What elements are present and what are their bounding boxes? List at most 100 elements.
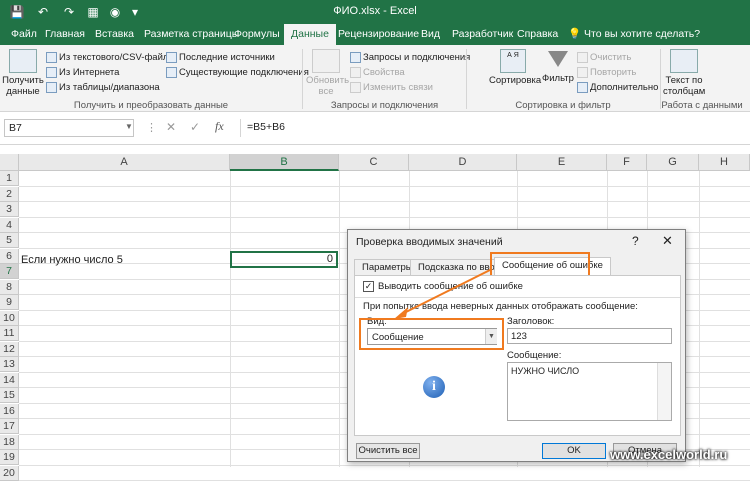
properties-icon bbox=[350, 67, 361, 78]
highlight-box-style bbox=[359, 318, 504, 350]
row-header-10[interactable]: 10 bbox=[0, 310, 19, 326]
filter-button[interactable]: Фильтр bbox=[541, 49, 575, 84]
ribbon-tabs: Файл Главная Вставка Разметка страницы Ф… bbox=[0, 24, 750, 45]
row-header-2[interactable]: 2 bbox=[0, 186, 19, 202]
column-header-f[interactable]: F bbox=[607, 154, 647, 171]
group-data-tools: Работа с данными bbox=[661, 100, 743, 111]
from-csv-label: Из текстового/CSV-файла bbox=[59, 52, 174, 64]
row-header-8[interactable]: 8 bbox=[0, 279, 19, 295]
advanced-icon bbox=[577, 82, 588, 93]
refresh-all-button[interactable]: Обновить все bbox=[306, 49, 350, 97]
from-csv-button[interactable]: Из текстового/CSV-файла bbox=[46, 52, 174, 63]
help-button[interactable]: ? bbox=[632, 234, 639, 248]
get-data-button[interactable]: Получить данные bbox=[2, 49, 44, 97]
instruction-text: При попытке ввода неверных данных отобра… bbox=[363, 301, 638, 312]
connections-icon bbox=[166, 67, 177, 78]
row-header-11[interactable]: 11 bbox=[0, 326, 19, 341]
advanced-filter-button[interactable]: Дополнительно bbox=[577, 82, 658, 93]
column-header-g[interactable]: G bbox=[647, 154, 699, 171]
column-header-e[interactable]: E bbox=[517, 154, 607, 171]
tab-view[interactable]: Вид bbox=[414, 24, 447, 45]
tab-insert[interactable]: Вставка bbox=[88, 24, 141, 45]
clear-icon bbox=[577, 52, 588, 63]
column-header-b[interactable]: B bbox=[230, 154, 339, 171]
row-header-3[interactable]: 3 bbox=[0, 202, 19, 217]
show-error-checkbox[interactable]: ✓ bbox=[363, 281, 374, 292]
row-header-1[interactable]: 1 bbox=[0, 171, 19, 186]
advanced-label: Дополнительно bbox=[590, 82, 659, 94]
row-header-18[interactable]: 18 bbox=[0, 434, 19, 450]
properties-button[interactable]: Свойства bbox=[350, 67, 405, 78]
cancel-icon[interactable]: ✕ bbox=[166, 120, 176, 134]
queries-connections-button[interactable]: Запросы и подключения bbox=[350, 52, 470, 63]
row-header-20[interactable]: 20 bbox=[0, 465, 19, 481]
recent-sources-label: Последние источники bbox=[179, 52, 275, 64]
tab-review[interactable]: Рецензирование bbox=[331, 24, 426, 45]
row-header-15[interactable]: 15 bbox=[0, 388, 19, 403]
row-header-7[interactable]: 7 bbox=[0, 264, 19, 279]
get-data-label: Получить данные bbox=[2, 75, 44, 97]
formula-input[interactable]: =B5+B6 bbox=[240, 119, 746, 137]
window-title: ФИО.xlsx - Excel bbox=[333, 5, 417, 17]
table-icon bbox=[46, 82, 57, 93]
sort-label: Сортировка bbox=[489, 75, 542, 86]
tell-me-search[interactable]: 💡 Что вы хотите сделать? bbox=[568, 24, 700, 45]
database-icon bbox=[9, 49, 37, 73]
name-box[interactable]: B7 bbox=[4, 119, 134, 137]
title-input[interactable]: 123 bbox=[507, 328, 672, 344]
close-button[interactable]: ✕ bbox=[662, 233, 673, 249]
row-header-14[interactable]: 14 bbox=[0, 372, 19, 388]
recent-sources-button[interactable]: Последние источники bbox=[166, 52, 275, 63]
name-box-dropdown-icon[interactable]: ▼ bbox=[125, 122, 133, 131]
row-header-9[interactable]: 9 bbox=[0, 295, 19, 310]
edit-links-button[interactable]: Изменить связи bbox=[350, 82, 433, 93]
from-web-button[interactable]: Из Интернета bbox=[46, 67, 119, 78]
clear-label: Очистить bbox=[590, 52, 632, 64]
info-icon: i bbox=[423, 376, 445, 398]
gridline-row bbox=[19, 185, 750, 187]
ok-button[interactable]: OK bbox=[542, 443, 606, 459]
function-icon[interactable]: fx bbox=[215, 119, 224, 134]
existing-connections-button[interactable]: Существующие подключения bbox=[166, 67, 309, 78]
from-table-button[interactable]: Из таблицы/диапазона bbox=[46, 82, 160, 93]
text-to-columns-button[interactable]: Текст по столбцам bbox=[663, 49, 705, 97]
row-header-13[interactable]: 13 bbox=[0, 357, 19, 372]
select-all-corner[interactable] bbox=[0, 154, 19, 171]
sort-button[interactable]: А Я Сортировка bbox=[489, 49, 541, 86]
column-header-d[interactable]: D bbox=[409, 154, 517, 171]
refresh-all-label: Обновить все bbox=[306, 75, 350, 97]
clear-filter-button[interactable]: Очистить bbox=[577, 52, 631, 63]
column-header-h[interactable]: H bbox=[699, 154, 750, 171]
gridline-row bbox=[19, 216, 750, 218]
tab-developer[interactable]: Разработчик bbox=[445, 24, 520, 45]
row-header-19[interactable]: 19 bbox=[0, 450, 19, 465]
group-get-transform: Получить и преобразовать данные bbox=[73, 100, 229, 111]
row-header-12[interactable]: 12 bbox=[0, 341, 19, 357]
row-header-17[interactable]: 17 bbox=[0, 419, 19, 434]
row-header-4[interactable]: 4 bbox=[0, 217, 19, 233]
message-label: Сообщение: bbox=[507, 350, 562, 361]
column-header-c[interactable]: C bbox=[339, 154, 409, 171]
reapply-icon bbox=[577, 67, 588, 78]
tab-help[interactable]: Справка bbox=[510, 24, 565, 45]
row-header-16[interactable]: 16 bbox=[0, 403, 19, 419]
message-textarea[interactable]: НУЖНО ЧИСЛО bbox=[507, 362, 672, 421]
recent-icon bbox=[166, 52, 177, 63]
cell-a7[interactable]: Если нужно число 5 bbox=[21, 254, 123, 266]
row-header-5[interactable]: 5 bbox=[0, 233, 19, 248]
data-validation-dialog: Проверка вводимых значений ? ✕ Параметры… bbox=[347, 229, 686, 462]
tab-formulas[interactable]: Формулы bbox=[227, 24, 287, 45]
row-header-6[interactable]: 6 bbox=[0, 248, 19, 264]
message-scrollbar[interactable] bbox=[657, 363, 671, 420]
column-header-a[interactable]: A bbox=[19, 154, 230, 171]
tab-home[interactable]: Главная bbox=[38, 24, 92, 45]
edit-links-label: Изменить связи bbox=[363, 82, 433, 94]
clear-all-button[interactable]: Очистить все bbox=[356, 443, 420, 459]
tab-data[interactable]: Данные bbox=[284, 24, 336, 45]
filter-label: Фильтр bbox=[542, 73, 574, 84]
text-file-icon bbox=[46, 52, 57, 63]
enter-icon[interactable]: ✓ bbox=[190, 120, 200, 134]
reapply-button[interactable]: Повторить bbox=[577, 67, 636, 78]
group-sort-filter: Сортировка и фильтр bbox=[515, 100, 611, 111]
cell-b7[interactable]: 0 bbox=[230, 251, 338, 268]
